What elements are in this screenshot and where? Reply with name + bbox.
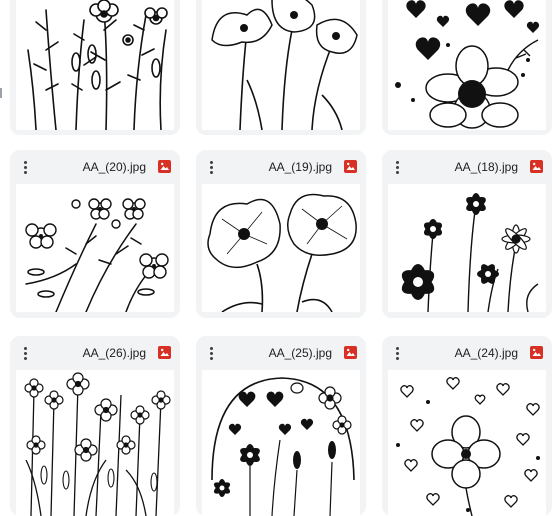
file-name: AA_(19).jpg <box>268 160 332 174</box>
file-name: AA_(20).jpg <box>82 160 146 174</box>
image-file-icon <box>530 160 543 173</box>
hearts-daisy-image <box>395 0 540 129</box>
image-file-icon <box>344 160 357 173</box>
hearts-and-flowers-circle-image <box>211 377 355 516</box>
file-card[interactable]: AA_(26).jpg <box>10 336 180 516</box>
file-thumbnail[interactable] <box>388 0 546 130</box>
more-vert-icon[interactable] <box>18 344 32 362</box>
file-thumbnail[interactable] <box>388 370 546 516</box>
file-card[interactable]: AA_(20).jpg <box>10 150 180 318</box>
file-thumbnail[interactable] <box>202 0 360 130</box>
file-thumbnail[interactable] <box>388 184 546 312</box>
branching-blossoms-image <box>25 198 169 312</box>
image-file-icon <box>344 346 357 359</box>
file-card-header: AA_(26).jpg <box>10 336 180 370</box>
flower-meadow-image <box>24 372 171 516</box>
file-card[interactable]: AA_(18).jpg <box>382 150 552 318</box>
file-card-header: AA_(18).jpg <box>382 150 552 184</box>
wildflowers-sketch-image <box>27 0 168 130</box>
file-card-header: AA_(19).jpg <box>196 150 366 184</box>
file-card[interactable]: AA_(24).jpg <box>382 336 552 516</box>
image-file-icon <box>158 346 171 359</box>
file-name: AA_(24).jpg <box>454 346 518 360</box>
image-file-icon <box>158 160 171 173</box>
file-name: AA_(18).jpg <box>454 160 518 174</box>
file-card-header: AA_(20).jpg <box>10 150 180 184</box>
two-poppies-image <box>207 193 357 312</box>
file-card[interactable] <box>10 0 180 135</box>
file-card[interactable] <box>196 0 366 135</box>
file-thumbnail[interactable] <box>202 370 360 516</box>
scattered-hearts-flower-image <box>396 377 540 516</box>
file-card-header: AA_(24).jpg <box>382 336 552 370</box>
file-card[interactable]: AA_(25).jpg <box>196 336 366 516</box>
file-card-header: AA_(25).jpg <box>196 336 366 370</box>
more-vert-icon[interactable] <box>18 158 32 176</box>
file-thumbnail[interactable] <box>16 0 174 130</box>
more-vert-icon[interactable] <box>390 344 404 362</box>
more-vert-icon[interactable] <box>204 344 218 362</box>
file-thumbnail[interactable] <box>16 184 174 312</box>
image-file-icon <box>530 346 543 359</box>
more-vert-icon[interactable] <box>390 158 404 176</box>
file-card[interactable]: AA_(19).jpg <box>196 150 366 318</box>
more-vert-icon[interactable] <box>204 158 218 176</box>
file-thumbnail[interactable] <box>202 184 360 312</box>
file-name: AA_(25).jpg <box>268 346 332 360</box>
scroll-edge-marker <box>0 88 2 98</box>
poppies-sketch-image <box>211 0 358 130</box>
file-thumbnail[interactable] <box>16 370 174 516</box>
file-card[interactable] <box>382 0 552 135</box>
file-name: AA_(26).jpg <box>82 346 146 360</box>
black-daisies-image <box>401 193 539 312</box>
